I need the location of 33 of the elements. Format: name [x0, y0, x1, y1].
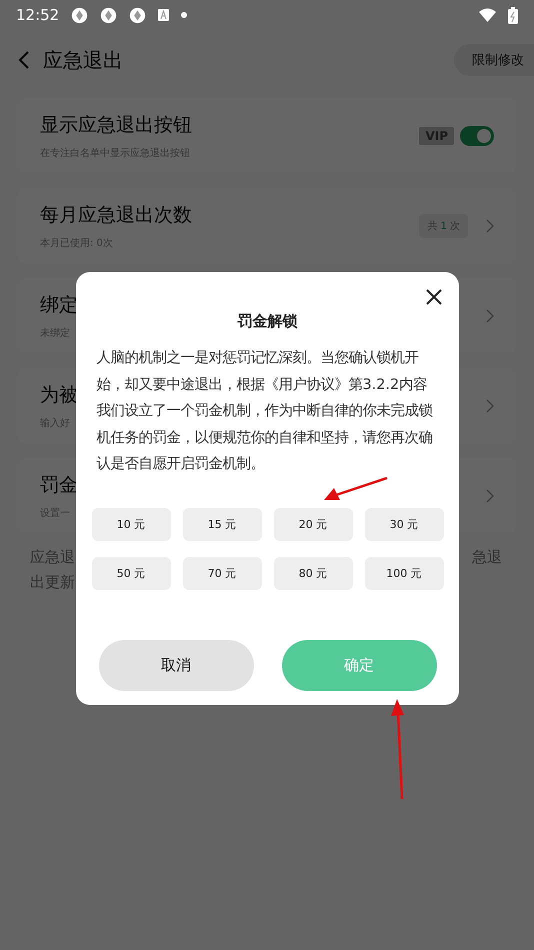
close-button[interactable]	[425, 288, 443, 306]
annotation-arrow	[322, 476, 388, 502]
setting-title: 绑定	[40, 292, 78, 318]
chevron-right-icon	[486, 308, 494, 322]
cancel-button[interactable]: 取消	[98, 640, 254, 690]
dialog-message: 人脑的机制之一是对惩罚记忆深刻。当您确认锁机开始，却又要中途退出，根据《用户协议》第3.2.2内容我们设立了一个罚金机制，作为中断自律的你未完成锁机任务的罚金，以便规范你的自律和坚持，请您再次确认是否自愿开启罚金机制。	[96, 348, 434, 474]
amount-option[interactable]: 50 元	[92, 556, 170, 590]
chevron-right-icon	[486, 398, 494, 412]
amount-option[interactable]: 30 元	[364, 508, 444, 540]
amount-option[interactable]: 10 元	[92, 508, 170, 540]
aperture-icon	[71, 6, 88, 24]
toggle-switch[interactable]	[460, 126, 494, 146]
back-icon[interactable]	[18, 51, 29, 69]
setting-title: 显示应急退出按钮	[40, 112, 192, 138]
setting-title: 为被	[40, 382, 78, 408]
amount-option[interactable]: 20 元	[274, 508, 352, 540]
amount-option[interactable]: 70 元	[182, 556, 262, 590]
setting-title: 罚金	[40, 472, 78, 498]
chevron-right-icon	[486, 488, 494, 502]
amount-option[interactable]: 80 元	[274, 556, 352, 590]
chevron-right-icon	[486, 218, 494, 232]
font-icon	[158, 9, 170, 21]
dot-icon	[181, 12, 188, 18]
wifi-icon	[479, 8, 496, 22]
amount-option[interactable]: 100 元	[364, 556, 444, 590]
page-title: 应急退出	[43, 46, 124, 74]
amount-option[interactable]: 15 元	[182, 508, 262, 540]
setting-title: 每月应急退出次数	[40, 202, 192, 228]
status-time: 12:52	[16, 6, 60, 24]
aperture-icon	[100, 6, 118, 24]
battery-icon	[508, 6, 518, 24]
dialog-title: 罚金解锁	[238, 312, 298, 331]
aperture-icon	[129, 6, 146, 24]
